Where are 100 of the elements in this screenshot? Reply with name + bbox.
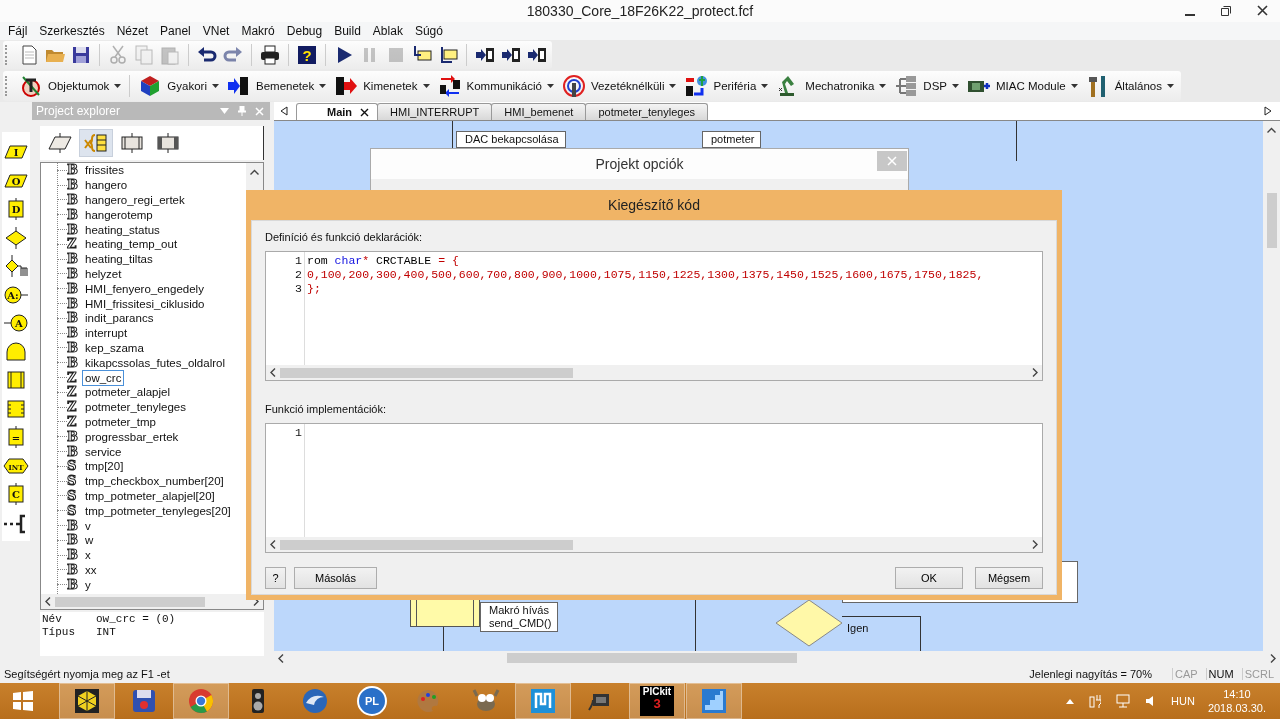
menu-item[interactable]: Súgó	[408, 24, 449, 38]
code-line: rom char* CRCTABLE = {	[307, 254, 459, 268]
category-dropdown[interactable]: Periféria	[681, 72, 772, 100]
power-icon[interactable]	[1089, 694, 1102, 708]
taskbar-app[interactable]: PL	[344, 683, 400, 719]
tree-item[interactable]: helyzet	[82, 266, 125, 282]
menu-item[interactable]: Fájl	[2, 24, 34, 38]
scroll-left-icon[interactable]	[45, 597, 51, 606]
close-icon[interactable]	[1257, 5, 1268, 16]
printer-icon[interactable]	[259, 44, 281, 66]
code-editor[interactable]: 1	[265, 423, 1043, 553]
tree-item[interactable]: potmeter_tenyleges	[82, 399, 189, 416]
tree-item[interactable]: heating_status	[82, 221, 163, 238]
dialog-button[interactable]: ?	[265, 567, 286, 589]
tree-item[interactable]: hangerotemp	[82, 206, 156, 223]
tree-item[interactable]: indit_parancs	[82, 310, 157, 327]
scroll-left-icon[interactable]	[270, 368, 276, 377]
tree-item[interactable]: HMI_fenyero_engedely	[82, 280, 207, 297]
tree-item[interactable]: tmp_potmeter_alapjel[20]	[82, 487, 218, 504]
tree-item[interactable]: kep_szama	[82, 339, 147, 356]
taskbar-app[interactable]	[59, 683, 115, 719]
switch-icon[interactable]	[3, 254, 29, 278]
menu-item[interactable]: Nézet	[110, 24, 155, 38]
taskbar-app[interactable]: PICkit 3	[629, 683, 685, 719]
tree-item[interactable]: v	[82, 517, 94, 534]
comment-box[interactable]: DAC bekapcsolása	[456, 131, 566, 148]
tree-item[interactable]: potmeter_alapjel	[82, 384, 174, 401]
tree-item[interactable]: potmeter_tmp	[82, 413, 159, 430]
menu-item[interactable]: Ablak	[366, 24, 409, 38]
scrollbar[interactable]	[41, 594, 263, 609]
category-dropdown[interactable]: Mechatronika	[773, 72, 890, 100]
tree-item[interactable]: ow_crc	[82, 369, 125, 386]
tree-item[interactable]: kikapcssolas_futes_oldalrol	[82, 354, 228, 371]
scroll-left-icon[interactable]	[280, 106, 288, 116]
tree-item[interactable]: HMI_frissitesi_ciklusido	[82, 295, 208, 312]
dialog-button[interactable]: OK	[895, 567, 963, 589]
dialog-button[interactable]: Másolás	[294, 567, 377, 589]
tree-item[interactable]: frissites	[82, 162, 127, 179]
close-icon[interactable]	[360, 107, 370, 117]
tree-item[interactable]: interrupt	[82, 325, 131, 342]
scroll-thumb[interactable]	[55, 596, 205, 607]
tree-item[interactable]: xx	[82, 561, 100, 578]
category-dropdown[interactable]: Kommunikáció	[434, 72, 557, 100]
menu-item[interactable]: Szerkesztés	[33, 24, 111, 38]
document-tab[interactable]: HMI_INTERRUPT	[377, 103, 493, 120]
tree-item[interactable]: hangero_regi_ertek	[82, 192, 188, 208]
type-glyph: B	[67, 518, 79, 533]
tree-item[interactable]: tmp[20]	[82, 458, 127, 475]
explorer-tab[interactable]	[80, 130, 112, 156]
network-icon[interactable]	[1116, 694, 1131, 708]
scroll-right-icon[interactable]	[1264, 106, 1272, 116]
tree-item[interactable]: heating_temp_out	[82, 236, 181, 253]
category-dropdown[interactable]: Általános	[1082, 72, 1177, 100]
decision-icon[interactable]	[3, 225, 29, 250]
category-dropdown[interactable]: DSP	[891, 72, 962, 100]
category-dropdown[interactable]: Vezetéknélküli	[558, 72, 680, 100]
scroll-right-icon[interactable]	[1032, 368, 1038, 377]
category-dropdown[interactable]: Objektumok	[16, 72, 125, 100]
tree-item[interactable]: y	[82, 576, 94, 593]
scrollbar[interactable]	[266, 537, 1042, 552]
loop-icon[interactable]	[3, 339, 29, 364]
scroll-right-icon[interactable]	[1270, 653, 1276, 663]
scroll-thumb[interactable]	[507, 653, 797, 663]
scroll-up-icon[interactable]	[250, 169, 259, 175]
comment-box[interactable]: Makró hívás send_CMD()	[480, 602, 559, 632]
tree-item[interactable]: tmp_potmeter_tenyleges[20]	[82, 502, 234, 519]
comment-box[interactable]: potmeter	[702, 131, 762, 148]
document-tab[interactable]: Main	[296, 103, 379, 120]
category-dropdown[interactable]: MIAC Module	[964, 72, 1081, 100]
scroll-thumb[interactable]	[1266, 193, 1277, 248]
tree-item[interactable]: heating_tiltas	[82, 251, 156, 268]
caret-up-icon[interactable]	[1066, 698, 1075, 704]
tree-item[interactable]: progressbar_ertek	[82, 428, 182, 445]
scroll-thumb[interactable]	[280, 367, 573, 378]
menu-item[interactable]: VNet	[196, 24, 236, 38]
dialog-button[interactable]: Mégsem	[975, 567, 1043, 589]
language-indicator[interactable]: HUN	[1171, 695, 1195, 707]
code-editor[interactable]: 1 2 3 rom char* CRCTABLE = { 0,100,200,300,400,500,600,700,800,900,1000,1075,1150,1225,1300,1375,1450,1525,1600,1675,1750,1825, };	[265, 251, 1043, 381]
scroll-up-icon[interactable]	[1267, 127, 1276, 133]
scrollbar[interactable]	[266, 365, 1042, 380]
scroll-left-icon[interactable]	[278, 653, 284, 663]
help-icon[interactable]: ?	[296, 44, 318, 66]
tree-item[interactable]: service	[82, 443, 125, 460]
tree-item[interactable]: x	[82, 547, 94, 564]
category-dropdown[interactable]: Bemenetek	[224, 72, 330, 100]
category-dropdown[interactable]: Gyakori	[135, 72, 222, 100]
menu-item[interactable]: Build	[328, 24, 367, 38]
menu-item[interactable]: Panel	[154, 24, 197, 38]
scroll-thumb[interactable]	[280, 539, 573, 550]
category-dropdown[interactable]: Kimenetek	[331, 72, 433, 100]
document-tab[interactable]: potmeter_tenyleges	[585, 103, 708, 120]
restore-icon[interactable]	[1221, 5, 1231, 16]
tree-item[interactable]: tmp_checkbox_number[20]	[82, 473, 227, 490]
document-tab[interactable]: HMI_bemenet	[491, 103, 587, 120]
tree-item[interactable]: hangero	[82, 177, 131, 194]
menu-item[interactable]: Makró	[235, 24, 281, 38]
scroll-left-icon[interactable]	[270, 540, 276, 549]
menu-item[interactable]: Debug	[280, 24, 329, 38]
scroll-right-icon[interactable]	[1032, 540, 1038, 549]
tree-item[interactable]: w	[82, 532, 97, 549]
